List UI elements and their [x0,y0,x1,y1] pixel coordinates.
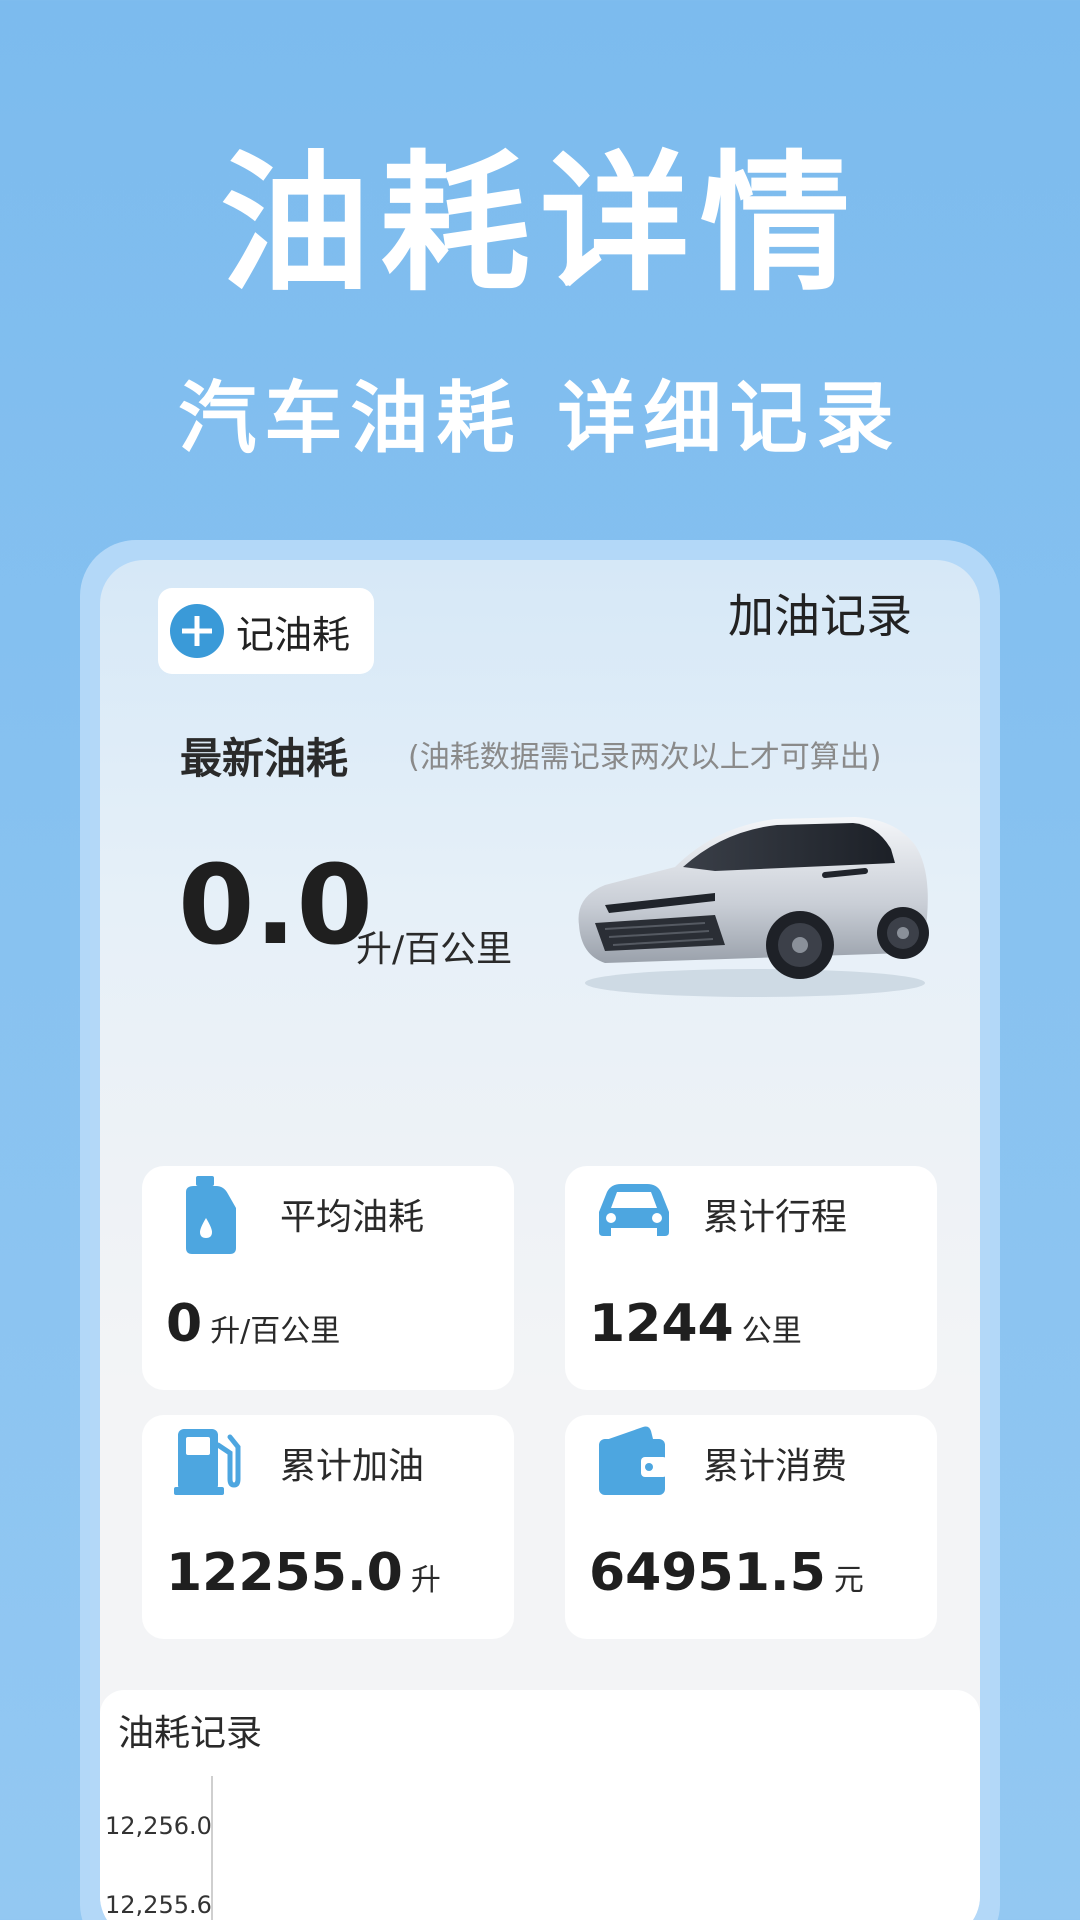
plus-icon [170,604,224,658]
stat-value: 1244 [589,1294,734,1354]
stat-label: 平均油耗 [280,1197,425,1238]
add-fuel-record-label: 记油耗 [236,612,351,657]
refuel-records-link[interactable]: 加油记录 [728,580,912,646]
latest-consumption-hint: (油耗数据需记录两次以上才可算出) [408,740,882,775]
latest-consumption-unit: 升/百公里 [356,929,513,970]
gas-pump-icon [174,1429,241,1495]
stat-value: 0 [166,1294,203,1354]
stat-label: 累计加油 [280,1446,425,1487]
stat-value: 12255.0 [166,1543,403,1603]
y-tick-label: 12,255.6 [105,1891,212,1919]
stat-unit: 升 [410,1563,441,1598]
consumption-chart-panel: 油耗记录 12,256.0 12,255.6 [100,1690,980,1920]
stat-card-average-consumption: 平均油耗 0 升/百公里 [142,1166,514,1390]
fuel-can-icon [186,1176,236,1254]
stat-card-total-fuel: 累计加油 12255.0 升 [142,1415,514,1639]
stat-unit: 公里 [741,1314,802,1349]
stat-unit: 升/百公里 [210,1314,341,1349]
promo-subtitle: 汽车油耗 详细记录 [178,374,902,464]
wallet-icon [599,1426,667,1495]
stat-label: 累计消费 [703,1446,848,1487]
y-tick-label: 12,256.0 [105,1812,212,1840]
car-image [578,817,929,997]
app-screen: 记油耗 加油记录 最新油耗 (油耗数据需记录两次以上才可算出) 0.0 升/百公… [100,560,980,1920]
latest-consumption-value: 0.0 [178,841,373,969]
stat-label: 累计行程 [703,1197,848,1238]
latest-consumption-label: 最新油耗 [180,734,349,783]
chart-title: 油耗记录 [118,1713,263,1754]
stat-card-total-mileage: 累计行程 1244 公里 [565,1166,937,1390]
stat-unit: 元 [833,1563,864,1598]
promo-title: 油耗详情 [219,138,860,312]
car-icon [599,1184,669,1236]
stat-value: 64951.5 [589,1543,826,1603]
stat-card-total-spending: 累计消费 64951.5 元 [565,1415,937,1639]
add-fuel-record-button[interactable]: 记油耗 [158,588,374,674]
consumption-chart: 12,256.0 12,255.6 [105,1776,213,1920]
